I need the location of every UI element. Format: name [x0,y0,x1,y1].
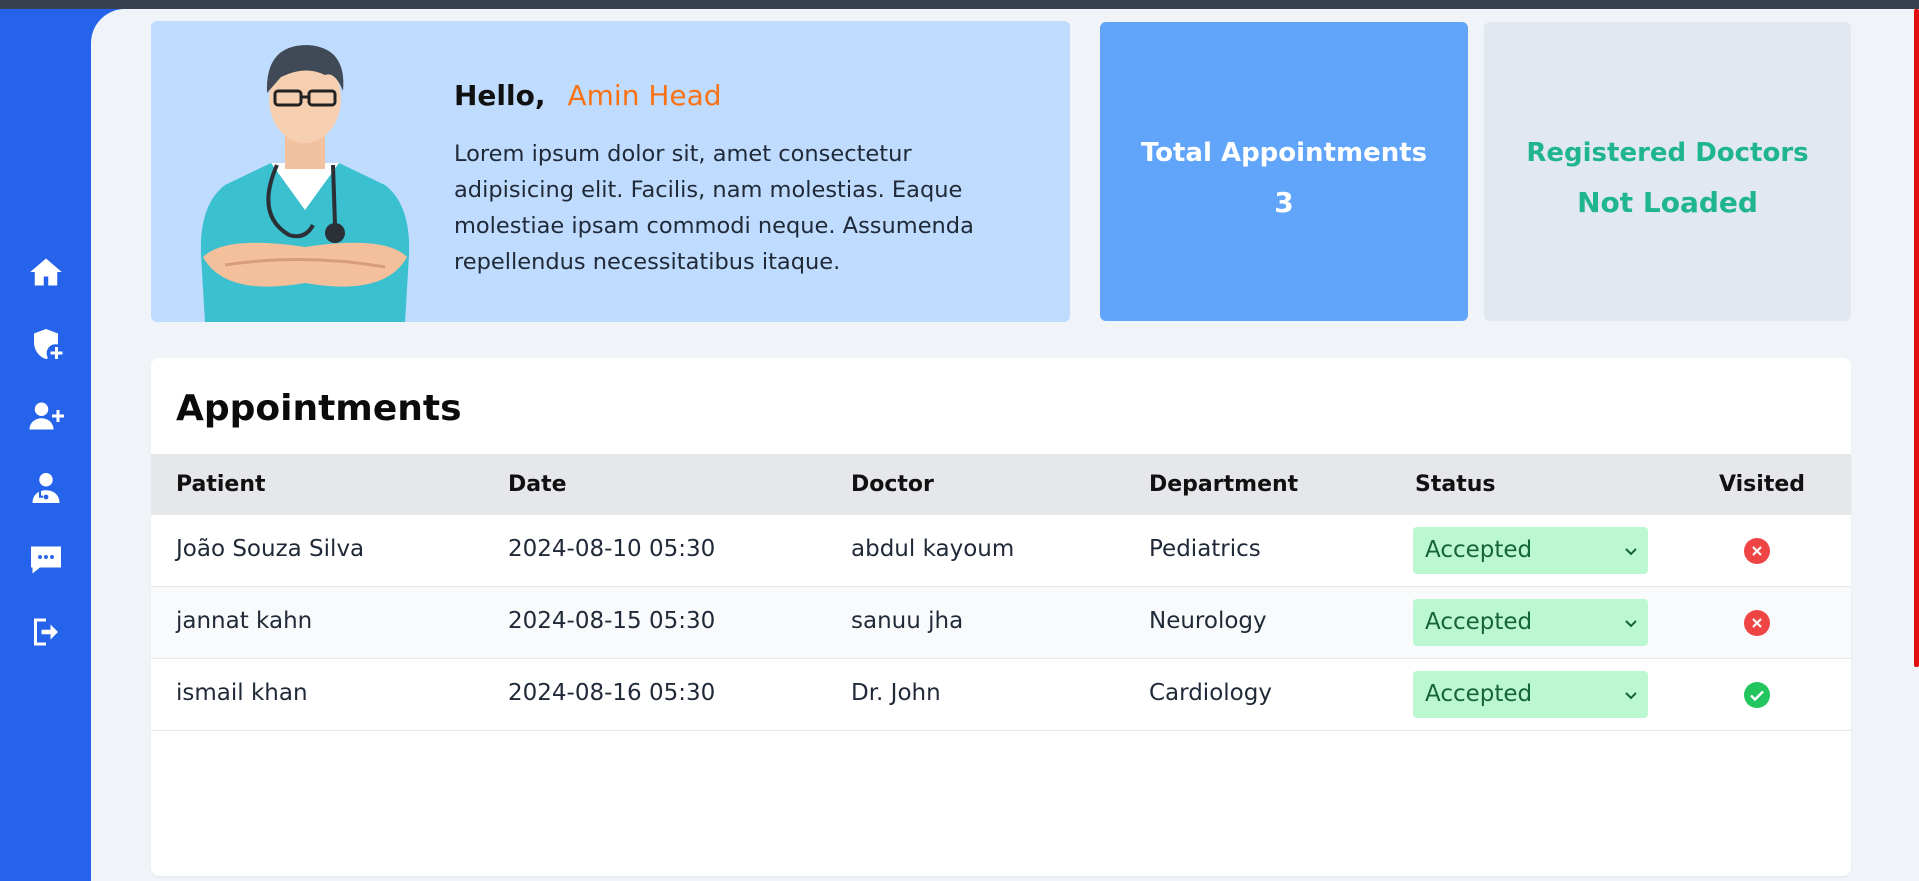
welcome-card: Hello, Amin Head Lorem ipsum dolor sit, a… [151,21,1070,322]
cell-date: 2024-08-16 05:30 [508,680,716,706]
main-content: Hello, Amin Head Lorem ipsum dolor sit, a… [91,9,1919,881]
cell-department: Cardiology [1149,680,1272,706]
window-top-bar [0,0,1919,9]
registered-doctors-value: Not Loaded [1577,186,1758,219]
cell-department: Neurology [1149,608,1267,634]
user-plus-icon[interactable] [26,396,66,436]
home-icon[interactable] [26,252,66,292]
chevron-down-icon [1624,543,1638,557]
cell-date: 2024-08-15 05:30 [508,608,716,634]
status-select[interactable]: Accepted [1413,671,1648,718]
column-header-visited: Visited [1719,472,1806,497]
user-name: Amin Head [567,79,722,112]
registered-doctors-label: Registered Doctors [1526,138,1809,168]
total-appointments-value: 3 [1274,186,1294,219]
cell-doctor: abdul kayoum [851,536,1015,562]
doctor-icon[interactable] [26,468,66,508]
cell-patient: ismail khan [176,680,308,706]
greeting: Hello, Amin Head [454,79,722,112]
not-visited-icon[interactable] [1743,537,1771,565]
total-appointments-label: Total Appointments [1140,138,1428,168]
cell-doctor: Dr. John [851,680,941,706]
chevron-down-icon [1624,615,1638,629]
column-header-doctor: Doctor [851,472,934,497]
column-header-patient: Patient [176,472,266,497]
status-select[interactable]: Accepted [1413,527,1648,574]
doctor-illustration [200,45,410,322]
chat-icon[interactable] [26,540,66,580]
status-value: Accepted [1425,537,1533,563]
welcome-description: Lorem ipsum dolor sit, amet consectetur … [454,141,974,275]
sidebar [0,9,91,881]
appointments-panel: Appointments Patient Date Doctor Departm… [151,358,1851,876]
visited-check-icon[interactable] [1743,681,1771,709]
shield-plus-icon[interactable] [26,324,66,364]
column-header-department: Department [1149,472,1299,497]
status-select[interactable]: Accepted [1413,599,1648,646]
cell-patient: João Souza Silva [176,536,365,562]
column-header-status: Status [1415,472,1496,497]
chevron-down-icon [1624,687,1638,701]
cell-patient: jannat kahn [176,608,313,634]
status-value: Accepted [1425,681,1533,707]
cell-date: 2024-08-10 05:30 [508,536,716,562]
table-row: João Souza Silva 2024-08-10 05:30 abdul … [151,515,1851,587]
appointments-title: Appointments [176,388,462,429]
total-appointments-card: Total Appointments 3 [1100,22,1468,321]
logout-icon[interactable] [26,612,66,652]
column-header-date: Date [508,472,567,497]
cell-department: Pediatrics [1149,536,1261,562]
scrollbar[interactable] [1914,9,1919,881]
cell-doctor: sanuu jha [851,608,964,634]
table-row: ismail khan 2024-08-16 05:30 Dr. John Ca… [151,659,1851,731]
table-row: jannat kahn 2024-08-15 05:30 sanuu jha N… [151,587,1851,659]
status-value: Accepted [1425,609,1533,635]
not-visited-icon[interactable] [1743,609,1771,637]
scrollbar-thumb[interactable] [1914,9,1919,667]
greeting-text: Hello, [454,79,546,112]
registered-doctors-card: Registered Doctors Not Loaded [1484,22,1851,321]
table-header: Patient Date Doctor Department Status Vi… [151,454,1851,515]
